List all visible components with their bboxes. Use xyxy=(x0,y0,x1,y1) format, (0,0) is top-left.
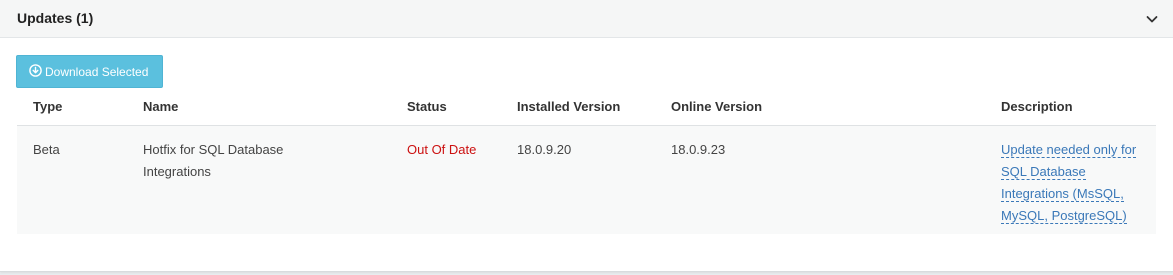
header-status[interactable]: Status xyxy=(407,99,447,114)
circle-arrow-down-icon xyxy=(29,64,42,77)
chevron-down-icon[interactable] xyxy=(1143,10,1161,28)
table-row[interactable]: Beta Hotfix for SQL Database Integration… xyxy=(17,126,1156,234)
header-name[interactable]: Name xyxy=(143,99,323,114)
download-selected-label: Download Selected xyxy=(45,64,149,79)
description-link[interactable]: Update needed only for SQL Database Inte… xyxy=(1001,142,1137,224)
header-type[interactable]: Type xyxy=(33,99,62,114)
cell-online-version: 18.0.9.23 xyxy=(671,142,726,157)
cell-installed-version: 18.0.9.20 xyxy=(517,142,572,157)
updates-table: Type Name Status Installed Version Onlin… xyxy=(17,89,1156,234)
cell-name: Hotfix for SQL Database Integrations xyxy=(143,142,284,179)
header-installed-version[interactable]: Installed Version xyxy=(517,99,620,114)
panel-header[interactable]: Updates (1) xyxy=(0,0,1173,38)
cell-status: Out Of Date xyxy=(407,142,477,157)
table-header: Type Name Status Installed Version Onlin… xyxy=(17,89,1156,126)
header-description[interactable]: Description xyxy=(1001,99,1146,114)
panel-title: Updates (1) xyxy=(17,10,94,26)
cell-type: Beta xyxy=(33,142,60,157)
header-online-version[interactable]: Online Version xyxy=(671,99,762,114)
download-selected-button[interactable]: Download Selected xyxy=(16,55,163,88)
updates-panel: Updates (1) Download Selected Type Name … xyxy=(0,0,1173,272)
cell-description: Update needed only for SQL Database Inte… xyxy=(1001,139,1146,227)
